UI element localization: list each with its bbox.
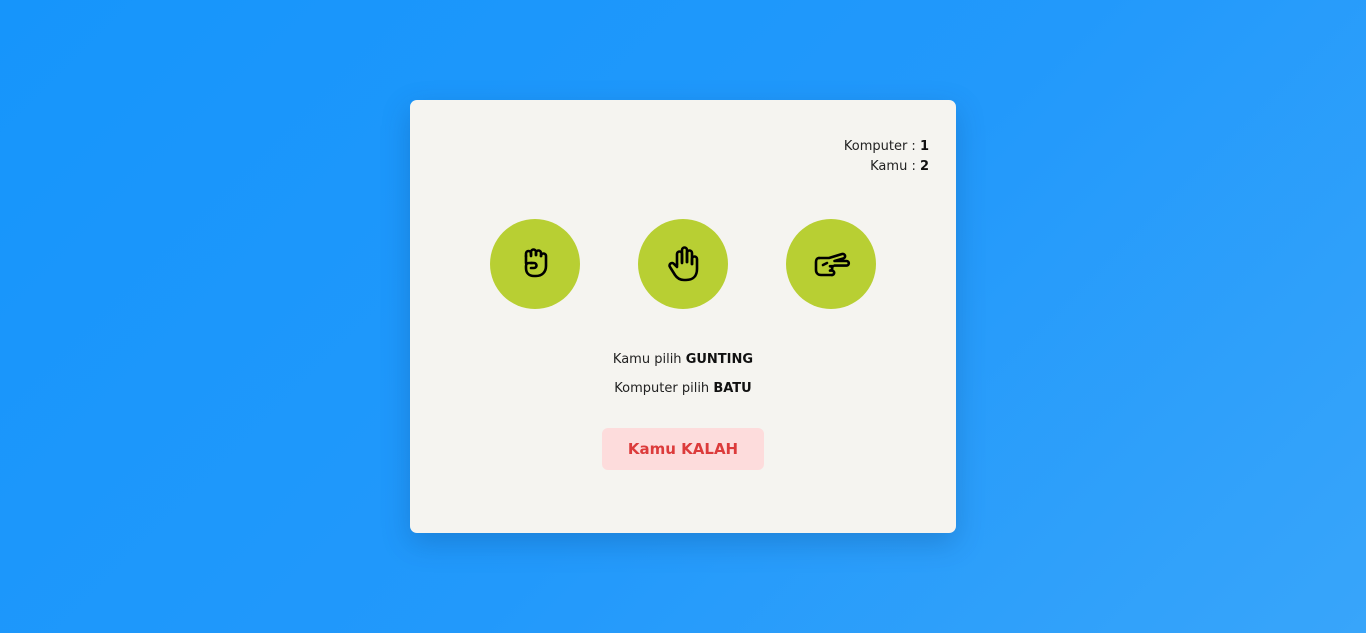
player-score: Kamu : 2 [844,157,929,177]
player-score-value: 2 [919,159,929,174]
rock-choice-button[interactable] [490,219,580,309]
scissors-choice-button[interactable] [786,219,876,309]
computer-pick-text: Komputer pilih BATU [410,381,956,396]
computer-score: Komputer : 1 [844,137,929,157]
computer-score-value: 1 [919,139,929,154]
scissors-hand-icon [814,252,851,277]
player-score-label: Kamu : [870,159,920,174]
player-pick-text: Kamu pilih GUNTING [410,352,956,367]
computer-pick-prefix: Komputer pilih [614,381,714,396]
fist-rock-icon [524,248,548,278]
result-badge: Kamu KALAH [602,428,764,470]
player-pick-prefix: Kamu pilih [612,352,686,367]
paper-choice-button[interactable] [638,219,728,309]
open-hand-paper-icon [668,246,699,282]
scoreboard: Komputer : 1 Kamu : 2 [844,137,929,177]
player-pick-choice: GUNTING [685,352,754,367]
computer-score-label: Komputer : [843,139,920,154]
game-card: Komputer : 1 Kamu : 2 Kamu pilih GUNTING [410,100,956,533]
computer-pick-choice: BATU [713,381,752,396]
